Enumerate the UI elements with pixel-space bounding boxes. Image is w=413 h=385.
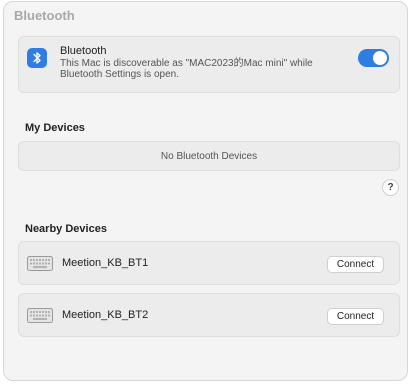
nearby-devices-heading: Nearby Devices [25, 223, 107, 235]
bluetooth-description: This Mac is discoverable as "MAC2023的Mac… [60, 58, 313, 80]
device-row: Meetion_KB_BT1 Connect [18, 241, 400, 285]
bluetooth-settings-window: Bluetooth Bluetooth This Mac is discover… [3, 1, 408, 381]
connect-button[interactable]: Connect [327, 256, 384, 273]
device-name: Meetion_KB_BT1 [62, 257, 149, 269]
my-devices-heading: My Devices [25, 122, 85, 134]
device-name: Meetion_KB_BT2 [62, 309, 149, 321]
connect-button[interactable]: Connect [327, 308, 384, 325]
help-button[interactable]: ? [382, 179, 399, 196]
device-row: Meetion_KB_BT2 Connect [18, 293, 400, 337]
bluetooth-icon [27, 48, 47, 68]
toggle-knob [373, 51, 387, 65]
bluetooth-toggle[interactable] [358, 49, 389, 67]
no-devices-text: No Bluetooth Devices [160, 151, 258, 162]
bluetooth-title: Bluetooth [60, 45, 107, 57]
my-devices-list: No Bluetooth Devices [18, 141, 400, 171]
pane-title: Bluetooth [14, 8, 75, 23]
bluetooth-toggle-card: Bluetooth This Mac is discoverable as "M… [18, 36, 400, 93]
keyboard-icon [27, 256, 53, 276]
keyboard-icon [27, 308, 53, 328]
